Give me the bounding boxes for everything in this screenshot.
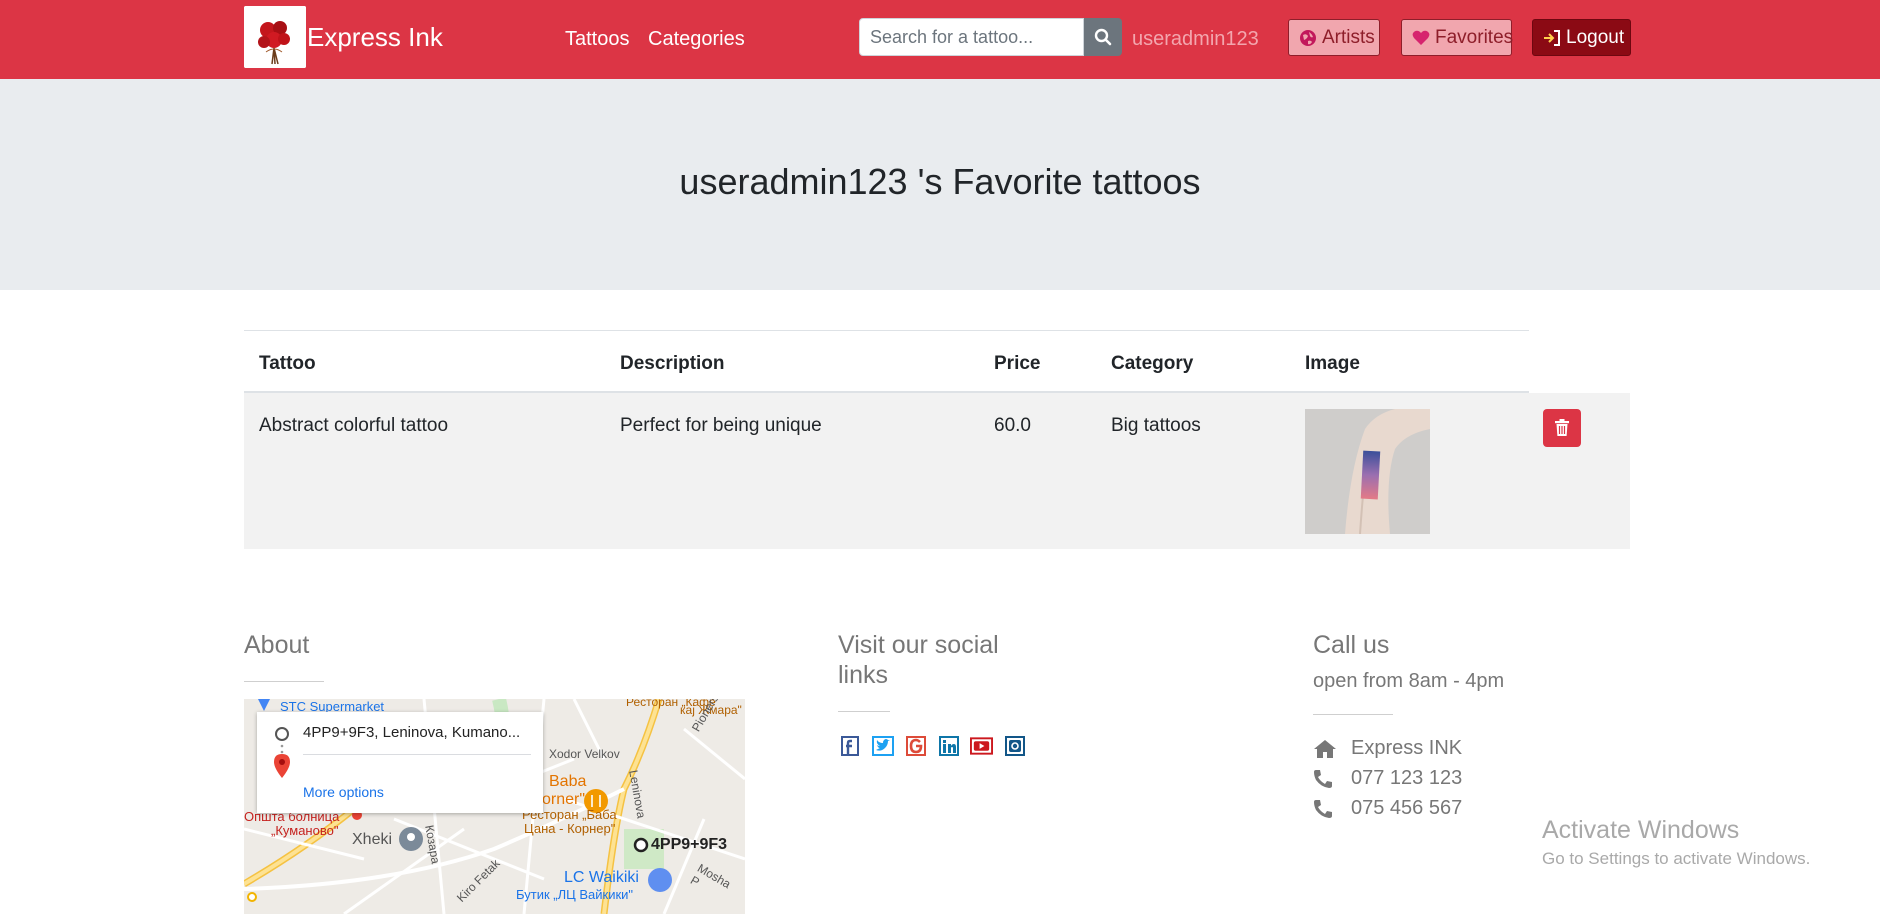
trash-icon <box>1555 419 1569 436</box>
about-heading: About <box>244 631 310 659</box>
heart-icon <box>1412 30 1430 46</box>
route-icon <box>274 727 290 778</box>
company-line: Express INK <box>1313 737 1462 760</box>
activate-windows-hint: Go to Settings to activate Windows. <box>1542 849 1811 868</box>
map-label: „Куманово" <box>271 823 339 838</box>
globe-icon <box>1299 29 1317 47</box>
logout-label: Logout <box>1566 26 1625 48</box>
artists-label: Artists <box>1322 26 1375 48</box>
column-header-tattoo: Tattoo <box>259 353 316 374</box>
opening-hours: open from 8am - 4pm <box>1313 670 1505 692</box>
map-label: Цана - Корнер" <box>524 821 616 836</box>
map-label: LC Waikiki <box>564 869 639 886</box>
roses-logo-icon <box>244 6 306 68</box>
remove-favorite-button[interactable] <box>1543 409 1581 447</box>
page-header: useradmin123 's Favorite tattoos <box>0 79 1880 290</box>
about-divider <box>244 681 324 682</box>
facebook-icon[interactable] <box>838 734 861 757</box>
company-name: Express INK <box>1351 737 1463 759</box>
social-links <box>838 734 1026 757</box>
linkedin-icon[interactable] <box>937 734 960 757</box>
social-divider <box>838 711 890 712</box>
brand-logo[interactable] <box>244 6 306 68</box>
tattoo-thumbnail-image[interactable] <box>1305 409 1430 534</box>
activate-windows-watermark: Activate Windows <box>1542 816 1740 844</box>
favorites-table: Tattoo Description Price Category Image … <box>244 330 1630 549</box>
google-icon[interactable] <box>904 734 927 757</box>
current-username: useradmin123 <box>1132 28 1259 50</box>
phone-icon <box>1313 769 1341 789</box>
home-icon <box>1313 739 1341 759</box>
table-row: Abstract colorful tattoo Perfect for bei… <box>244 393 1630 549</box>
map-label: 4PP9+9F3 <box>651 836 728 853</box>
search-icon <box>1094 28 1112 46</box>
youtube-icon[interactable] <box>970 734 993 757</box>
artists-button[interactable]: Artists <box>1288 19 1380 56</box>
phone-number-2[interactable]: 075 456 567 <box>1351 797 1462 820</box>
sign-out-icon <box>1543 29 1561 46</box>
map-more-options-link[interactable]: More options <box>303 784 384 800</box>
map-directions-card: 4PP9+9F3, Leninova, Kumano... More optio… <box>257 712 543 813</box>
search-input[interactable] <box>859 18 1084 56</box>
favorites-label: Favorites <box>1435 26 1514 48</box>
call-divider <box>1313 714 1393 715</box>
location-map[interactable]: STC Supermarket Ресторан „Кафе кај Жмара… <box>244 699 745 914</box>
search-button[interactable] <box>1084 18 1122 56</box>
twitter-icon[interactable] <box>871 734 894 757</box>
favorites-button[interactable]: Favorites <box>1401 19 1514 56</box>
column-header-description: Description <box>620 353 725 374</box>
social-heading-line2: links <box>838 661 889 689</box>
map-label: Xodor Velkov <box>549 747 620 761</box>
logout-button[interactable]: Logout <box>1532 19 1631 56</box>
tattoo-name-cell: Abstract colorful tattoo <box>259 415 449 436</box>
phone-icon <box>1313 799 1341 819</box>
map-card-divider <box>303 754 531 755</box>
brand-name[interactable]: Express Ink <box>307 22 443 53</box>
page-title: useradmin123 's Favorite tattoos <box>679 161 1201 202</box>
map-label: Xheki <box>352 831 393 848</box>
column-header-image: Image <box>1305 353 1360 374</box>
nav-link-categories[interactable]: Categories <box>648 28 745 51</box>
social-heading-line1: Visit our social <box>838 631 999 659</box>
top-navbar: Express Ink Tattoos Categories useradmin… <box>0 0 1880 79</box>
nav-link-tattoos[interactable]: Tattoos <box>565 28 629 51</box>
table-header-row: Tattoo Description Price Category Image <box>244 330 1529 393</box>
column-header-category: Category <box>1111 353 1194 374</box>
map-address: 4PP9+9F3, Leninova, Kumano... <box>303 724 521 741</box>
map-label: Baba <box>549 773 587 790</box>
call-heading: Call us <box>1313 631 1390 659</box>
category-cell: Big tattoos <box>1111 415 1201 436</box>
map-label: Бутик „ЛЦ Вайкики" <box>516 887 634 902</box>
description-cell: Perfect for being unique <box>620 415 822 436</box>
column-header-price: Price <box>994 353 1041 374</box>
phone-number-1[interactable]: 077 123 123 <box>1351 767 1462 790</box>
instagram-icon[interactable] <box>1003 734 1026 757</box>
price-cell: 60.0 <box>994 415 1031 436</box>
phone-line-2: 075 456 567 <box>1313 797 1462 820</box>
phone-line-1: 077 123 123 <box>1313 767 1462 790</box>
